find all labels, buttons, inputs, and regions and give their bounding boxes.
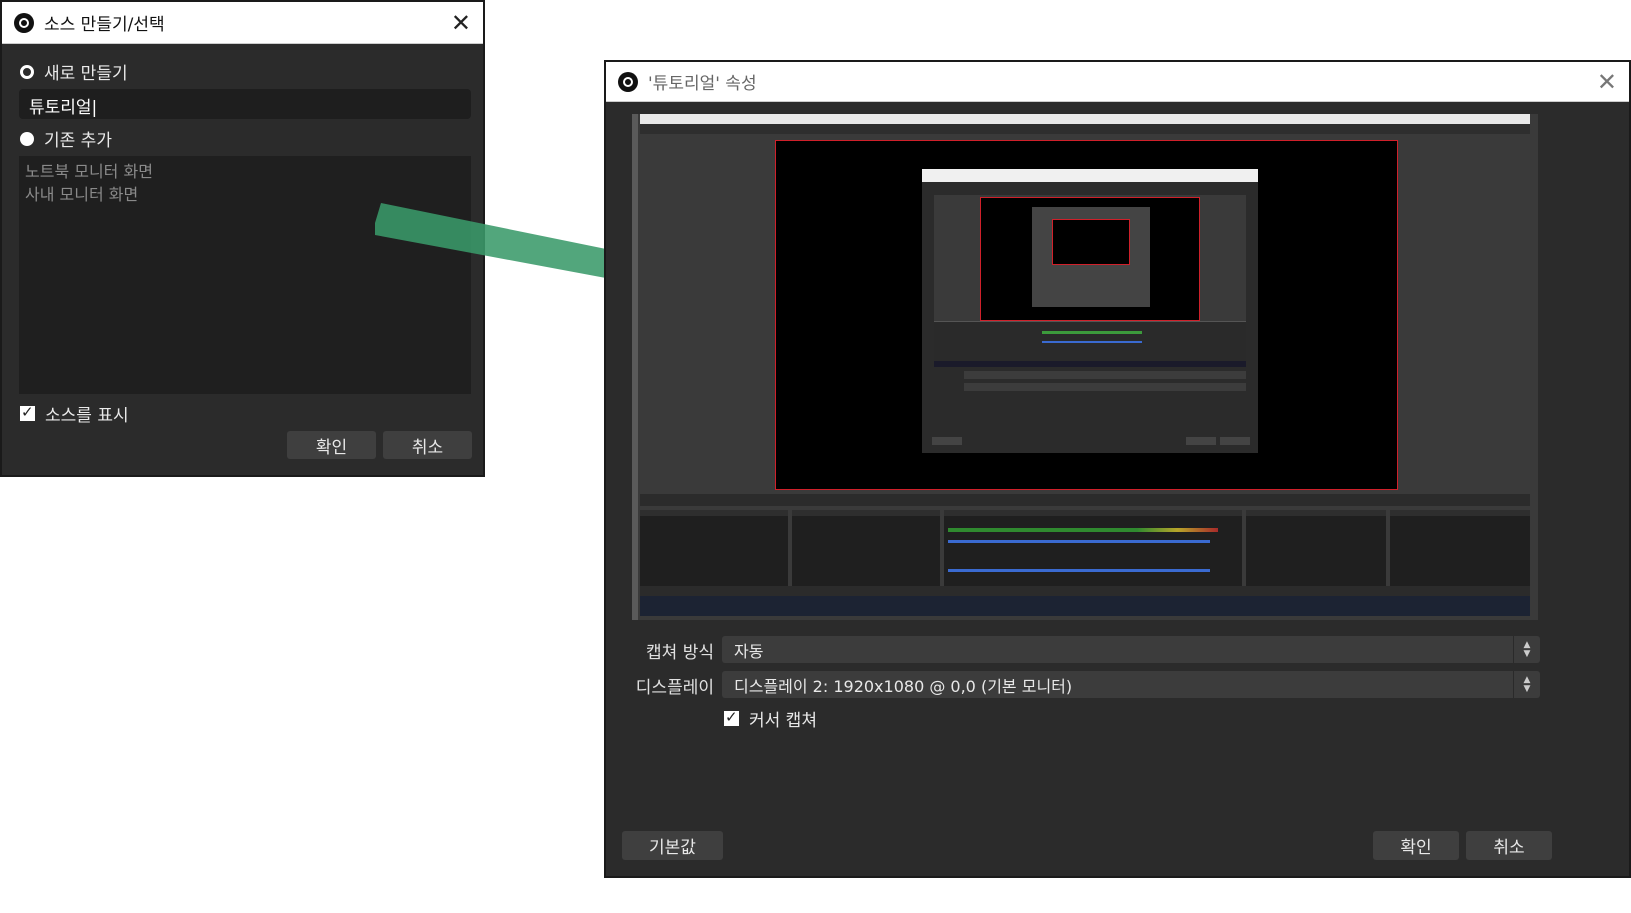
dialog-title: 소스 만들기/선택 xyxy=(44,15,165,35)
chevron-updown-icon: ▲ ▼ xyxy=(1513,671,1540,698)
list-item[interactable]: 노트북 모니터 화면 xyxy=(25,160,465,183)
captured-window-titlebar xyxy=(640,114,1530,124)
captured-meter-1 xyxy=(948,528,1218,532)
nested-field-1 xyxy=(964,371,1246,379)
preview-scrollbar[interactable] xyxy=(632,114,638,620)
captured-panel-transitions xyxy=(1246,510,1386,590)
dialog-titlebar: '튜토리얼' 속성 ✕ xyxy=(606,62,1629,102)
source-name-value: 튜토리얼| xyxy=(29,98,98,118)
captured-panel-mixer xyxy=(944,510,1242,590)
captured-status-bar xyxy=(640,586,1530,596)
ok-button[interactable]: 확인 xyxy=(287,431,376,459)
dialog-title: '튜토리얼' 속성 xyxy=(648,74,757,94)
show-source-checkbox[interactable]: 소스를 표시 xyxy=(20,401,129,426)
capture-method-select[interactable]: 자동 ▲ ▼ xyxy=(722,636,1540,663)
nested-titlebar xyxy=(922,169,1258,182)
display-value: 디스플레이 2: 1920x1080 @ 0,0 (기본 모니터) xyxy=(734,676,1073,696)
capture-cursor-checkbox[interactable]: 커서 캡쳐 xyxy=(724,706,817,731)
capture-cursor-label: 커서 캡쳐 xyxy=(749,711,817,731)
nested-taskbar xyxy=(934,361,1246,367)
obs-logo-icon xyxy=(14,12,34,33)
nested-meter-blue xyxy=(1042,341,1142,343)
nested-meter-green xyxy=(1042,331,1142,334)
checkbox-checked-icon xyxy=(20,403,35,421)
capture-method-label: 캡쳐 방식 xyxy=(646,643,714,663)
source-properties-dialog: '튜토리얼' 속성 ✕ 캡쳐 방식 자동 ▲ ▼ 디스플레이 디스플레이 2: … xyxy=(604,60,1631,878)
radio-create-new-label: 새로 만들기 xyxy=(44,64,128,84)
display-label: 디스플레이 xyxy=(635,678,714,698)
dialog-titlebar: 소스 만들기/선택 ✕ xyxy=(2,2,483,44)
obs-logo-icon xyxy=(618,71,638,92)
chevron-updown-icon: ▲ ▼ xyxy=(1513,636,1540,663)
show-source-label: 소스를 표시 xyxy=(45,406,129,426)
cancel-button[interactable]: 취소 xyxy=(1466,831,1552,860)
close-icon[interactable]: ✕ xyxy=(451,9,471,37)
nested-button xyxy=(932,437,962,445)
radio-selected-icon xyxy=(20,64,34,79)
captured-panel-sources xyxy=(792,510,940,590)
source-name-input[interactable]: 튜토리얼| xyxy=(19,89,471,119)
captured-slider-2 xyxy=(948,569,1210,572)
cancel-button[interactable]: 취소 xyxy=(383,431,472,459)
radio-create-new[interactable]: 새로 만들기 xyxy=(20,59,128,84)
checkbox-checked-icon xyxy=(724,708,739,726)
capture-method-value: 자동 xyxy=(734,641,764,661)
captured-canvas xyxy=(775,140,1398,490)
nested-button xyxy=(1220,437,1250,445)
captured-taskbar xyxy=(640,596,1530,616)
radio-unselected-icon xyxy=(20,131,34,146)
captured-panel-scenes xyxy=(640,510,788,590)
captured-toolbar-strip xyxy=(640,494,1530,506)
nested-inner-window-content xyxy=(1052,219,1130,265)
captured-slider-1 xyxy=(948,540,1210,543)
defaults-button[interactable]: 기본값 xyxy=(622,831,723,860)
nested-button xyxy=(1186,437,1216,445)
radio-add-existing-label: 기존 추가 xyxy=(44,131,112,151)
display-select[interactable]: 디스플레이 2: 1920x1080 @ 0,0 (기본 모니터) ▲ ▼ xyxy=(722,671,1540,698)
nested-dialog-capture xyxy=(922,169,1258,453)
preview-capture xyxy=(632,114,1538,620)
close-icon[interactable]: ✕ xyxy=(1597,68,1617,96)
captured-panel-controls xyxy=(1390,510,1530,590)
nested-field-2 xyxy=(964,383,1246,391)
radio-add-existing[interactable]: 기존 추가 xyxy=(20,126,112,151)
ok-button[interactable]: 확인 xyxy=(1373,831,1459,860)
captured-menu-bar xyxy=(640,124,1530,134)
